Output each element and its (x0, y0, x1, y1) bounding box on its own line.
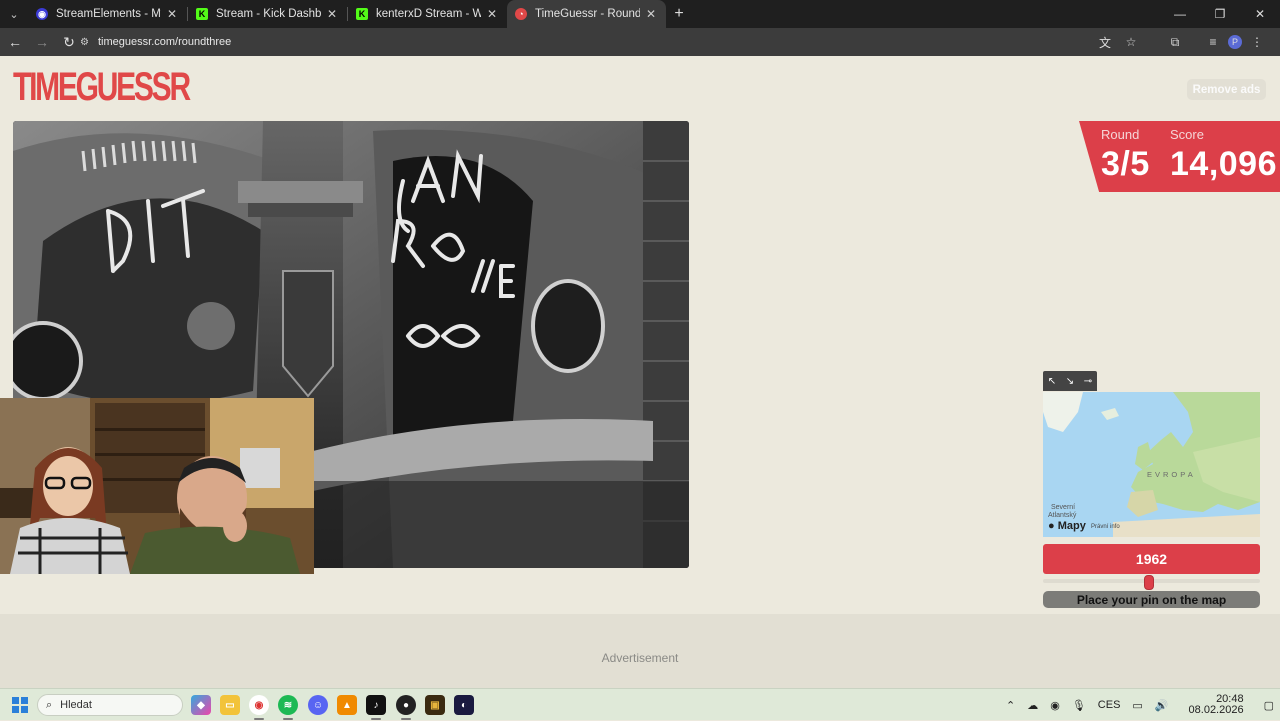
url-text: timeguessr.com/roundthree (98, 36, 232, 48)
copilot-icon[interactable]: ◆ (191, 695, 211, 715)
map-controls: ↖ ↘ ⊸ (1043, 371, 1097, 391)
map-ocean-label: Severní (1051, 504, 1076, 511)
media-control-icon[interactable]: ≡ (1202, 31, 1224, 53)
network-icon[interactable]: ▭ (1132, 699, 1142, 712)
score-label: Score (1170, 127, 1204, 142)
shrink-icon[interactable]: ↘ (1066, 376, 1074, 387)
streamelements-favicon-icon: ◉ (36, 8, 48, 20)
extensions-icon[interactable]: ⧉ (1164, 31, 1186, 53)
discord-icon[interactable]: ☺ (308, 695, 328, 715)
toolbar-icons: 文 ☆ ⧉ ≡ P ⋮ (1094, 28, 1268, 56)
minimize-icon[interactable]: — (1160, 0, 1200, 28)
map-legal-link[interactable]: Právní info (1091, 524, 1120, 530)
score-value: 14,096 (1170, 145, 1277, 183)
url-field[interactable]: ⚙ timeguessr.com/roundthree (80, 31, 1260, 53)
chrome-icon[interactable]: ◉ (249, 695, 269, 720)
clock[interactable]: 20:48 08.02.2026 (1183, 694, 1250, 716)
system-tray: ⌃ ☁ ◉ 🎙 CES ▭ 🔊 20:48 08.02.2026 ▢ (1000, 689, 1280, 721)
mapy-brand-logo: ● Mapy (1048, 520, 1086, 532)
advertisement-label: Advertisement (601, 651, 679, 665)
kick-favicon-icon: K (356, 8, 368, 20)
spotify-icon[interactable]: ≋ (278, 695, 298, 720)
kick-favicon-icon: K (196, 8, 208, 20)
window-controls: — ❐ ✕ (1160, 0, 1280, 28)
notifications-icon[interactable]: ▢ (1264, 699, 1274, 712)
year-display: 1962 (1043, 544, 1260, 574)
tray-overflow-icon[interactable]: ⌃ (1006, 699, 1015, 712)
expand-icon[interactable]: ↖ (1048, 376, 1056, 387)
place-pin-button[interactable]: Place your pin on the map (1043, 591, 1260, 608)
timeguessr-page: TIMEGUESSR Remove ads Round 3/5 Score 14… (0, 57, 1280, 688)
translate-icon[interactable]: 文 (1094, 31, 1116, 53)
restore-icon[interactable]: ❐ (1200, 0, 1240, 28)
file-explorer-icon[interactable]: ▭ (220, 695, 240, 715)
microphone-icon[interactable]: 🎙 (1072, 699, 1086, 712)
advertisement-band: Advertisement (0, 614, 1280, 688)
close-window-icon[interactable]: ✕ (1240, 0, 1280, 28)
profile-avatar[interactable]: P (1228, 35, 1242, 49)
close-tab-icon[interactable]: ✕ (485, 7, 499, 21)
remove-ads-button[interactable]: Remove ads (1187, 79, 1266, 100)
security-icon[interactable]: ◉ (1050, 699, 1060, 712)
tab-kick-stream[interactable]: K kenterxD Stream - Watch Live o ✕ (348, 0, 507, 28)
windows-taskbar: ⌕ Hledat ◆ ▭ ◉ ≋ ☺ ▲ ♪ ● ▣ ◐ ⌃ ☁ ◉ 🎙 CES… (0, 688, 1280, 720)
year-slider-thumb[interactable] (1144, 575, 1155, 590)
app-icon[interactable]: ▣ (425, 695, 445, 715)
round-value: 3/5 (1101, 145, 1150, 183)
browser-menu-icon[interactable]: ⋮ (1246, 31, 1268, 53)
pin-icon[interactable]: ⊸ (1084, 376, 1092, 387)
tab-title: StreamElements - My dashboard (56, 8, 161, 20)
onedrive-icon[interactable]: ☁ (1027, 699, 1038, 712)
forward-icon[interactable]: → (30, 28, 54, 56)
vlc-icon[interactable]: ▲ (337, 695, 357, 715)
tab-title: TimeGuessr - Round Three (535, 8, 640, 20)
tab-kick-dashboard[interactable]: K Stream - Kick Dashboard ✕ (188, 0, 347, 28)
address-bar-row: ← → ↻ ⚙ timeguessr.com/roundthree (0, 28, 1280, 56)
webcam-image (0, 398, 314, 574)
map-ocean-label: Atlantský (1048, 512, 1077, 519)
tab-timeguessr[interactable]: ◔ TimeGuessr - Round Three ✕ (507, 0, 666, 28)
new-tab-icon[interactable]: + (666, 0, 692, 28)
tab-search-icon[interactable]: ⌄ (0, 0, 28, 28)
taskbar-search-placeholder: Hledat (60, 699, 92, 711)
round-score-panel: Round 3/5 Score 14,096 (1079, 121, 1280, 192)
tab-streamelements[interactable]: ◉ StreamElements - My dashboard ✕ (28, 0, 187, 28)
timeguessr-favicon-icon: ◔ (515, 8, 527, 20)
close-tab-icon[interactable]: ✕ (644, 7, 658, 21)
site-info-icon[interactable]: ⚙ (80, 37, 98, 48)
timeguessr-logo[interactable]: TIMEGUESSR (13, 67, 191, 107)
volume-icon[interactable]: 🔊 (1155, 699, 1169, 712)
tab-strip: ⌄ ◉ StreamElements - My dashboard ✕ K St… (0, 0, 1280, 28)
close-tab-icon[interactable]: ✕ (325, 7, 339, 21)
reload-icon[interactable]: ↻ (57, 28, 81, 56)
streamelements-app-icon[interactable]: ◐ (454, 695, 474, 715)
year-slider[interactable] (1043, 575, 1260, 590)
language-indicator[interactable]: CES (1098, 699, 1121, 711)
guess-map[interactable]: ↖ ↘ ⊸ Severní Atlantský EVROPA ● Mapy Pr… (1043, 371, 1260, 537)
webcam-overlay (0, 398, 314, 574)
start-windows-icon[interactable] (12, 697, 28, 713)
clock-date: 08.02.2026 (1188, 704, 1244, 716)
map-canvas[interactable]: Severní Atlantský EVROPA ● Mapy Právní i… (1043, 392, 1260, 537)
bookmark-star-icon[interactable]: ☆ (1120, 31, 1142, 53)
close-tab-icon[interactable]: ✕ (165, 7, 179, 21)
search-icon: ⌕ (46, 698, 53, 711)
map-region-label: EVROPA (1147, 470, 1196, 479)
round-label: Round (1101, 127, 1140, 142)
tab-title: kenterxD Stream - Watch Live o (376, 8, 481, 20)
tab-title: Stream - Kick Dashboard (216, 8, 321, 20)
obs-icon[interactable]: ● (396, 695, 416, 720)
mapy-brand-text: Mapy (1057, 520, 1086, 532)
back-icon[interactable]: ← (3, 28, 27, 56)
taskbar-search-field[interactable]: ⌕ Hledat (37, 694, 183, 716)
tiktok-live-icon[interactable]: ♪ (366, 695, 386, 720)
